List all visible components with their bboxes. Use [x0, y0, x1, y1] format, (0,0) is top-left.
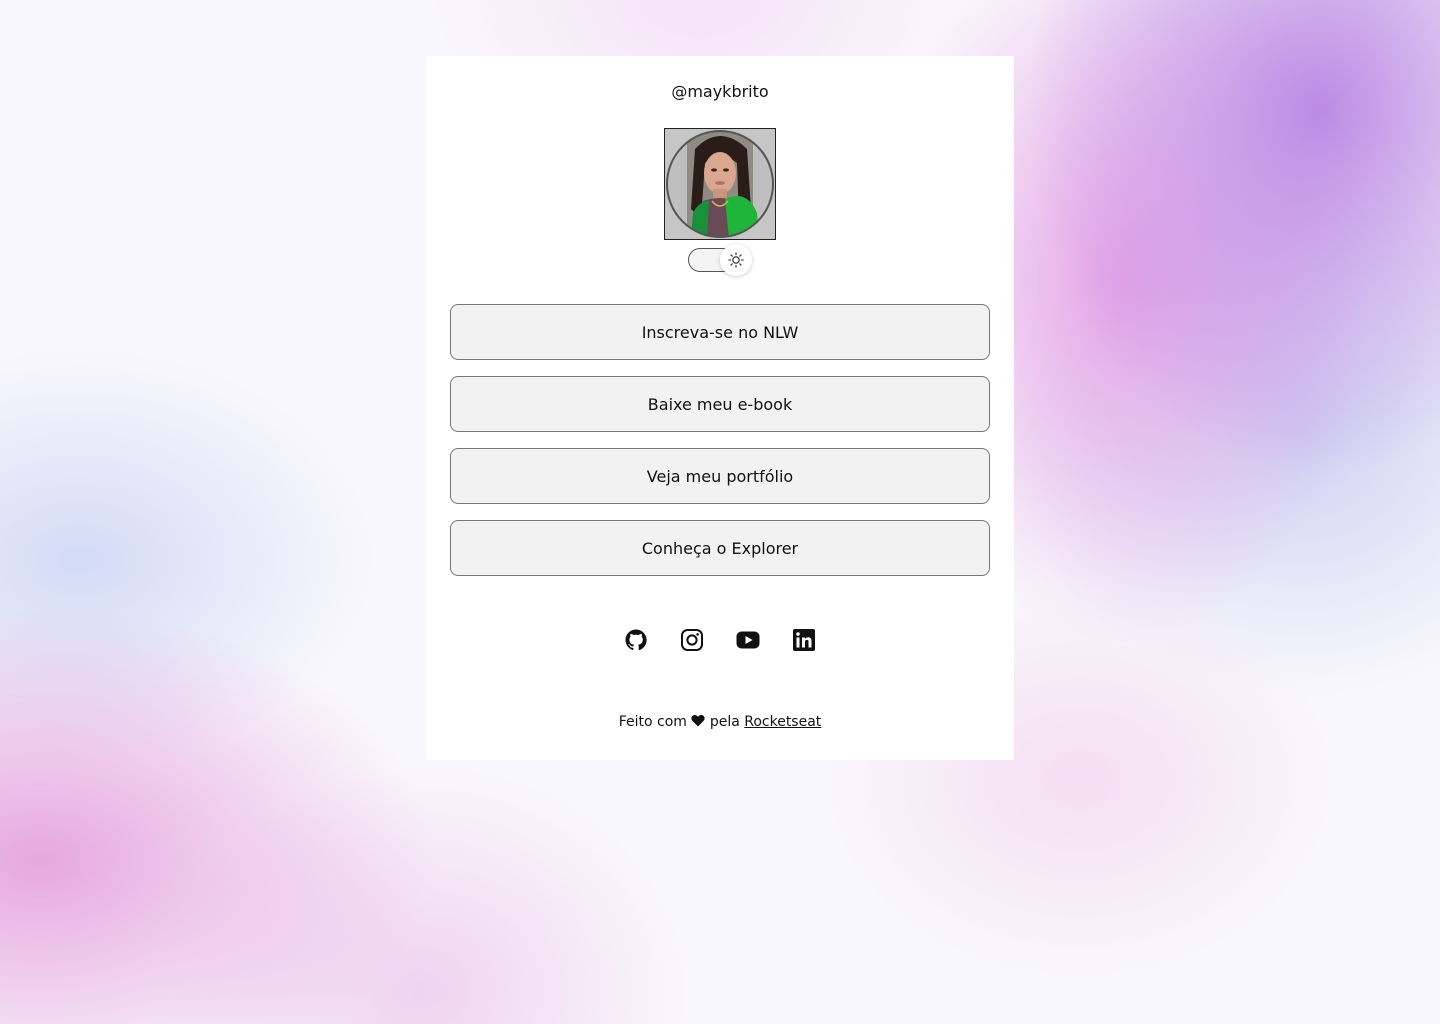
- social-links: [426, 628, 1014, 652]
- youtube-icon: [736, 631, 760, 649]
- heart-icon: [691, 714, 706, 727]
- link-list: Inscreva-se no NLW Baixe meu e-book Veja…: [450, 304, 990, 592]
- sun-icon: [728, 252, 744, 268]
- footer-middle: pela: [709, 714, 740, 730]
- github-icon: [625, 629, 647, 651]
- profile-card: @maykbrito Inscreva-se no NLW Baixe meu …: [426, 56, 1014, 760]
- linkedin-link[interactable]: [792, 628, 816, 652]
- github-link[interactable]: [624, 628, 648, 652]
- footer-prefix: Feito com: [618, 714, 687, 730]
- rocketseat-link[interactable]: Rocketseat: [744, 714, 821, 730]
- youtube-link[interactable]: [736, 628, 760, 652]
- instagram-link[interactable]: [680, 628, 704, 652]
- theme-toggle-knob[interactable]: [720, 244, 752, 276]
- link-button-explorer[interactable]: Conheça o Explorer: [450, 520, 990, 576]
- link-button-portfolio[interactable]: Veja meu portfólio: [450, 448, 990, 504]
- instagram-icon: [681, 629, 703, 651]
- avatar-photo: [665, 129, 775, 239]
- theme-toggle[interactable]: [688, 244, 752, 276]
- link-button-ebook[interactable]: Baixe meu e-book: [450, 376, 990, 432]
- profile-handle: @maykbrito: [671, 82, 769, 101]
- footer: Feito com pela Rocketseat: [426, 714, 1014, 730]
- link-button-nlw[interactable]: Inscreva-se no NLW: [450, 304, 990, 360]
- avatar: [664, 128, 776, 240]
- linkedin-icon: [793, 629, 815, 651]
